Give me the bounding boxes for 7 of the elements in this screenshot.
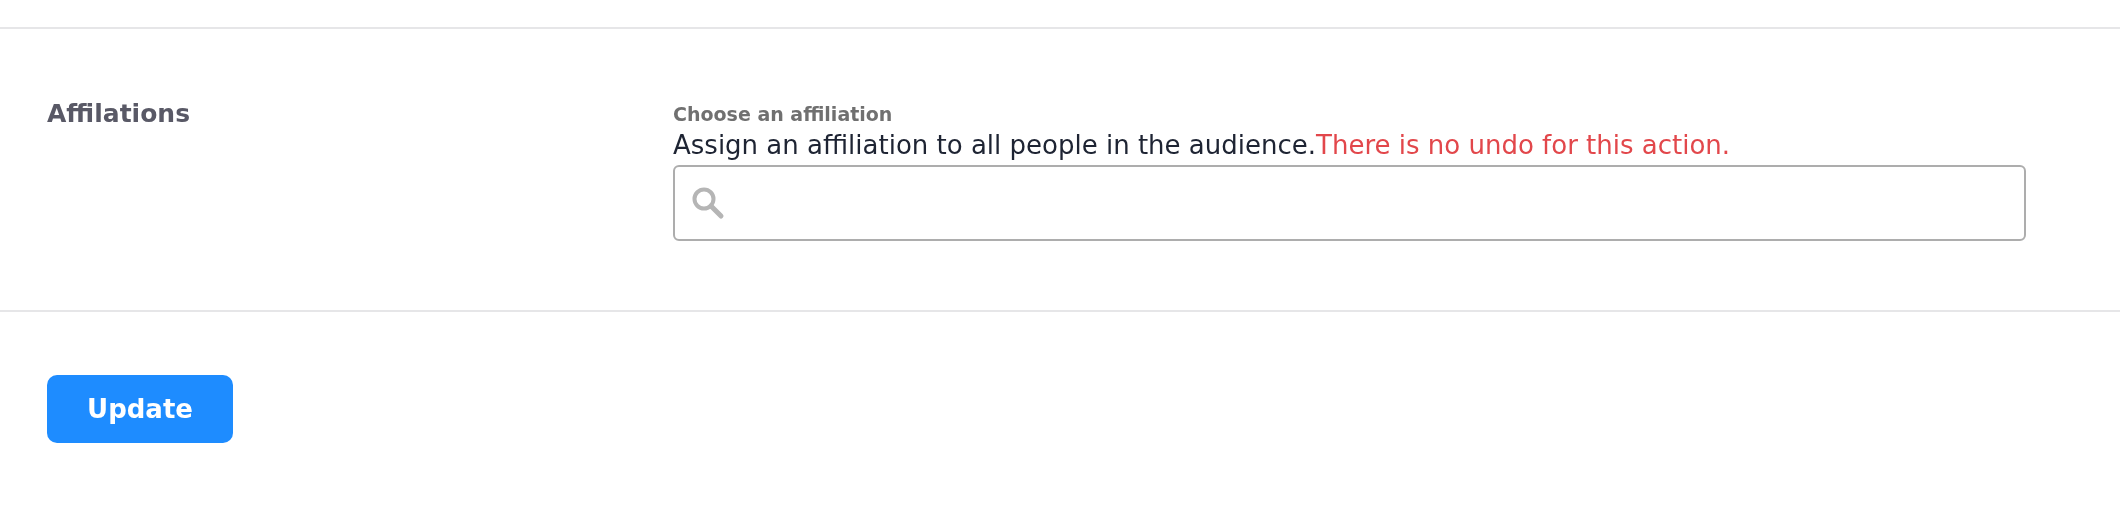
warning-text: There is no undo for this action.	[1316, 130, 1731, 160]
search-icon	[691, 186, 725, 220]
update-button[interactable]: Update	[47, 375, 233, 443]
search-field[interactable]	[673, 165, 2026, 241]
field-description: Assign an affiliation to all people in the audience.	[673, 130, 1317, 160]
section-title: Affilations	[47, 99, 191, 128]
field-label: Choose an affiliation	[673, 102, 893, 127]
